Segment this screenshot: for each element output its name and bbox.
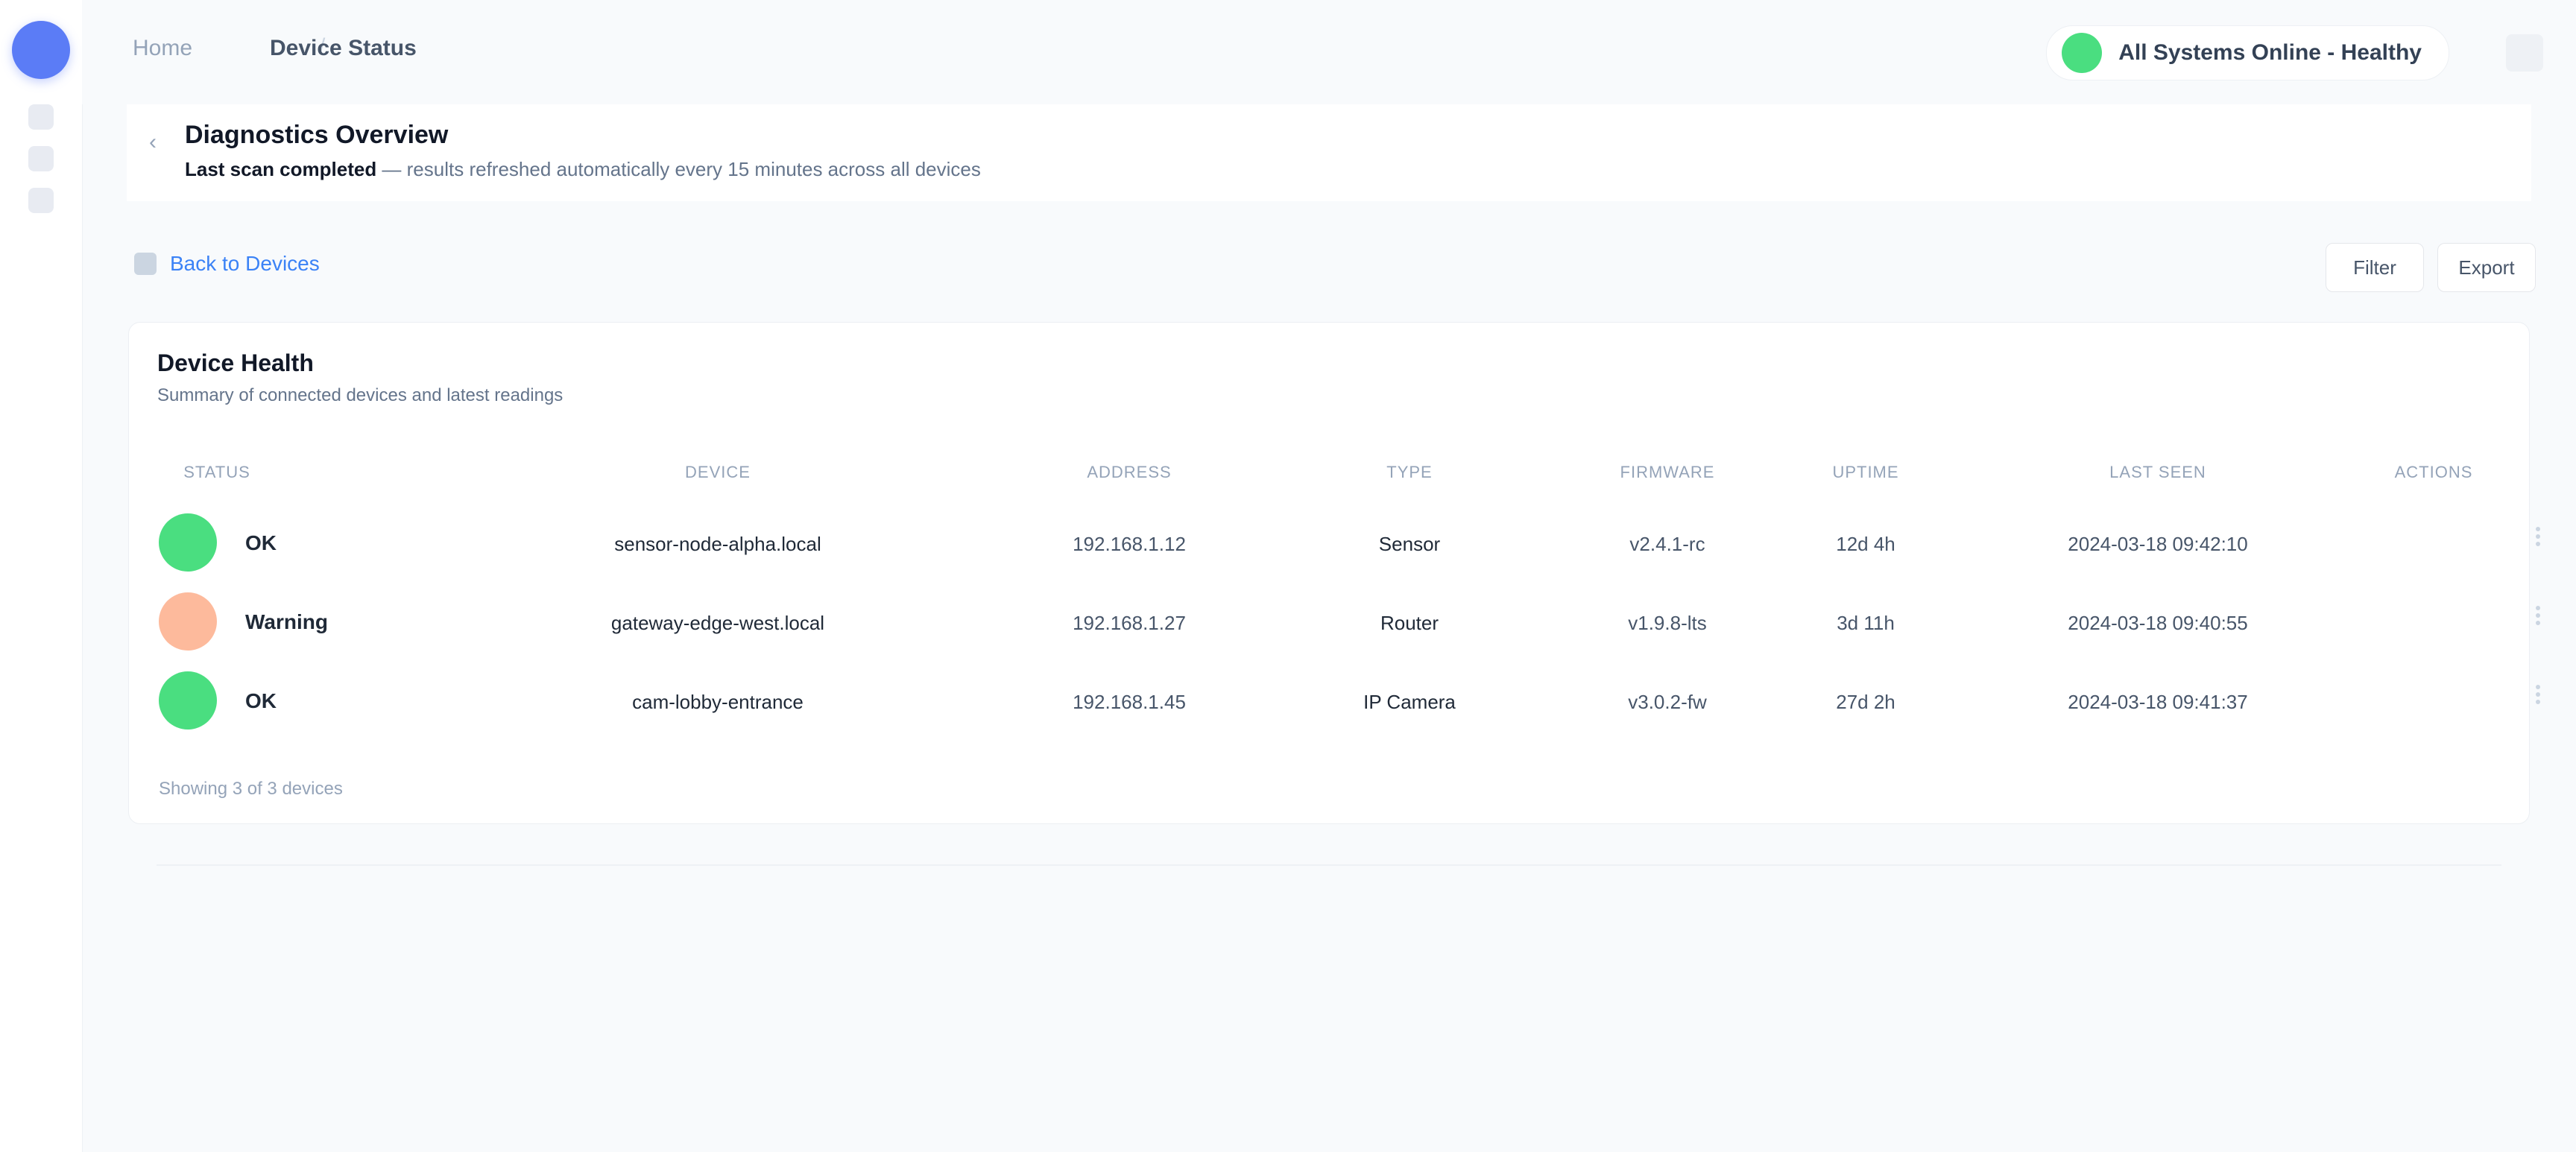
- row-firmware: v2.4.1-rc: [1629, 533, 1705, 555]
- card-title: Device Health: [157, 349, 314, 376]
- status-ok-icon: [159, 671, 217, 730]
- column-header-type[interactable]: Type: [1386, 463, 1432, 482]
- row-device[interactable]: gateway-edge-west.local: [611, 612, 824, 635]
- row-address: 192.168.1.27: [1073, 612, 1186, 634]
- row-actions-kebab-icon[interactable]: [2533, 524, 2543, 554]
- row-type: IP Camera: [1363, 691, 1456, 713]
- row-device[interactable]: sensor-node-alpha.local: [614, 533, 821, 556]
- row-last-seen: 2024-03-18 09:41:37: [2068, 691, 2248, 713]
- breadcrumb-current: Device Status: [270, 36, 417, 60]
- breadcrumb-root[interactable]: Home: [133, 36, 192, 61]
- section-divider: [157, 864, 2501, 866]
- back-to-devices-label: Back to Devices: [170, 252, 320, 275]
- row-actions-kebab-icon[interactable]: [2533, 682, 2543, 712]
- row-last-seen: 2024-03-18 09:42:10: [2068, 533, 2248, 555]
- column-header-firmware[interactable]: Firmware: [1620, 463, 1715, 482]
- status-online-icon: [2062, 33, 2103, 73]
- column-header-last-seen[interactable]: Last Seen: [2109, 463, 2206, 482]
- page-subtitle: Last scan completed — results refreshed …: [185, 158, 981, 181]
- sidebar-rail: [0, 0, 83, 1152]
- column-header-address[interactable]: Address: [1087, 463, 1171, 482]
- subtitle-rest: — results refreshed automatically every …: [376, 158, 981, 180]
- row-uptime: 3d 11h: [1837, 612, 1895, 634]
- app-logo[interactable]: [12, 21, 70, 79]
- row-status-label: Warning: [245, 610, 328, 633]
- row-type: Router: [1380, 612, 1439, 634]
- row-address: 192.168.1.45: [1073, 691, 1186, 713]
- more-options-icon[interactable]: [2506, 34, 2543, 72]
- row-actions-kebab-icon[interactable]: [2533, 603, 2543, 633]
- status-ok-icon: [159, 513, 217, 572]
- column-header-actions: Actions: [2394, 463, 2473, 481]
- row-device[interactable]: cam-lobby-entrance: [632, 691, 804, 714]
- grid-icon[interactable]: [28, 146, 54, 171]
- status-warning-icon: [159, 592, 217, 651]
- device-health-card: Device Health Summary of connected devic…: [128, 322, 2540, 824]
- table-footer: Showing 3 of 3 devices: [159, 779, 343, 799]
- column-header-status[interactable]: Status: [183, 463, 250, 482]
- row-status-label: OK: [245, 689, 277, 712]
- chevron-left-icon[interactable]: ‹: [149, 130, 157, 155]
- row-address: 192.168.1.12: [1073, 533, 1186, 555]
- row-uptime: 27d 2h: [1836, 691, 1895, 713]
- page-header: ‹ Diagnostics Overview Last scan complet…: [127, 104, 2531, 201]
- column-header-uptime[interactable]: Uptime: [1832, 463, 1898, 482]
- row-last-seen: 2024-03-18 09:40:55: [2068, 612, 2248, 634]
- row-uptime: 12d 4h: [1836, 533, 1895, 555]
- card-subtitle: Summary of connected devices and latest …: [157, 385, 564, 405]
- row-status-label: OK: [245, 531, 277, 554]
- export-button[interactable]: Export: [2437, 243, 2536, 292]
- arrow-left-icon: [134, 253, 157, 275]
- row-firmware: v1.9.8-lts: [1628, 612, 1707, 634]
- column-header-device[interactable]: Device: [685, 463, 751, 482]
- bell-icon[interactable]: [28, 188, 54, 213]
- subtitle-lead: Last scan completed: [185, 158, 377, 180]
- menu-icon[interactable]: [28, 104, 54, 130]
- filter-button[interactable]: Filter: [2326, 243, 2424, 292]
- system-status-pill[interactable]: All Systems Online - Healthy: [2046, 25, 2449, 80]
- page-title: Diagnostics Overview: [185, 121, 449, 149]
- row-firmware: v3.0.2-fw: [1628, 691, 1707, 713]
- top-bar: Home / Device Status All Systems Online …: [82, 0, 2576, 104]
- back-to-devices-link[interactable]: Back to Devices: [134, 252, 320, 276]
- status-label: All Systems Online - Healthy: [2118, 40, 2422, 65]
- row-type: Sensor: [1378, 533, 1441, 555]
